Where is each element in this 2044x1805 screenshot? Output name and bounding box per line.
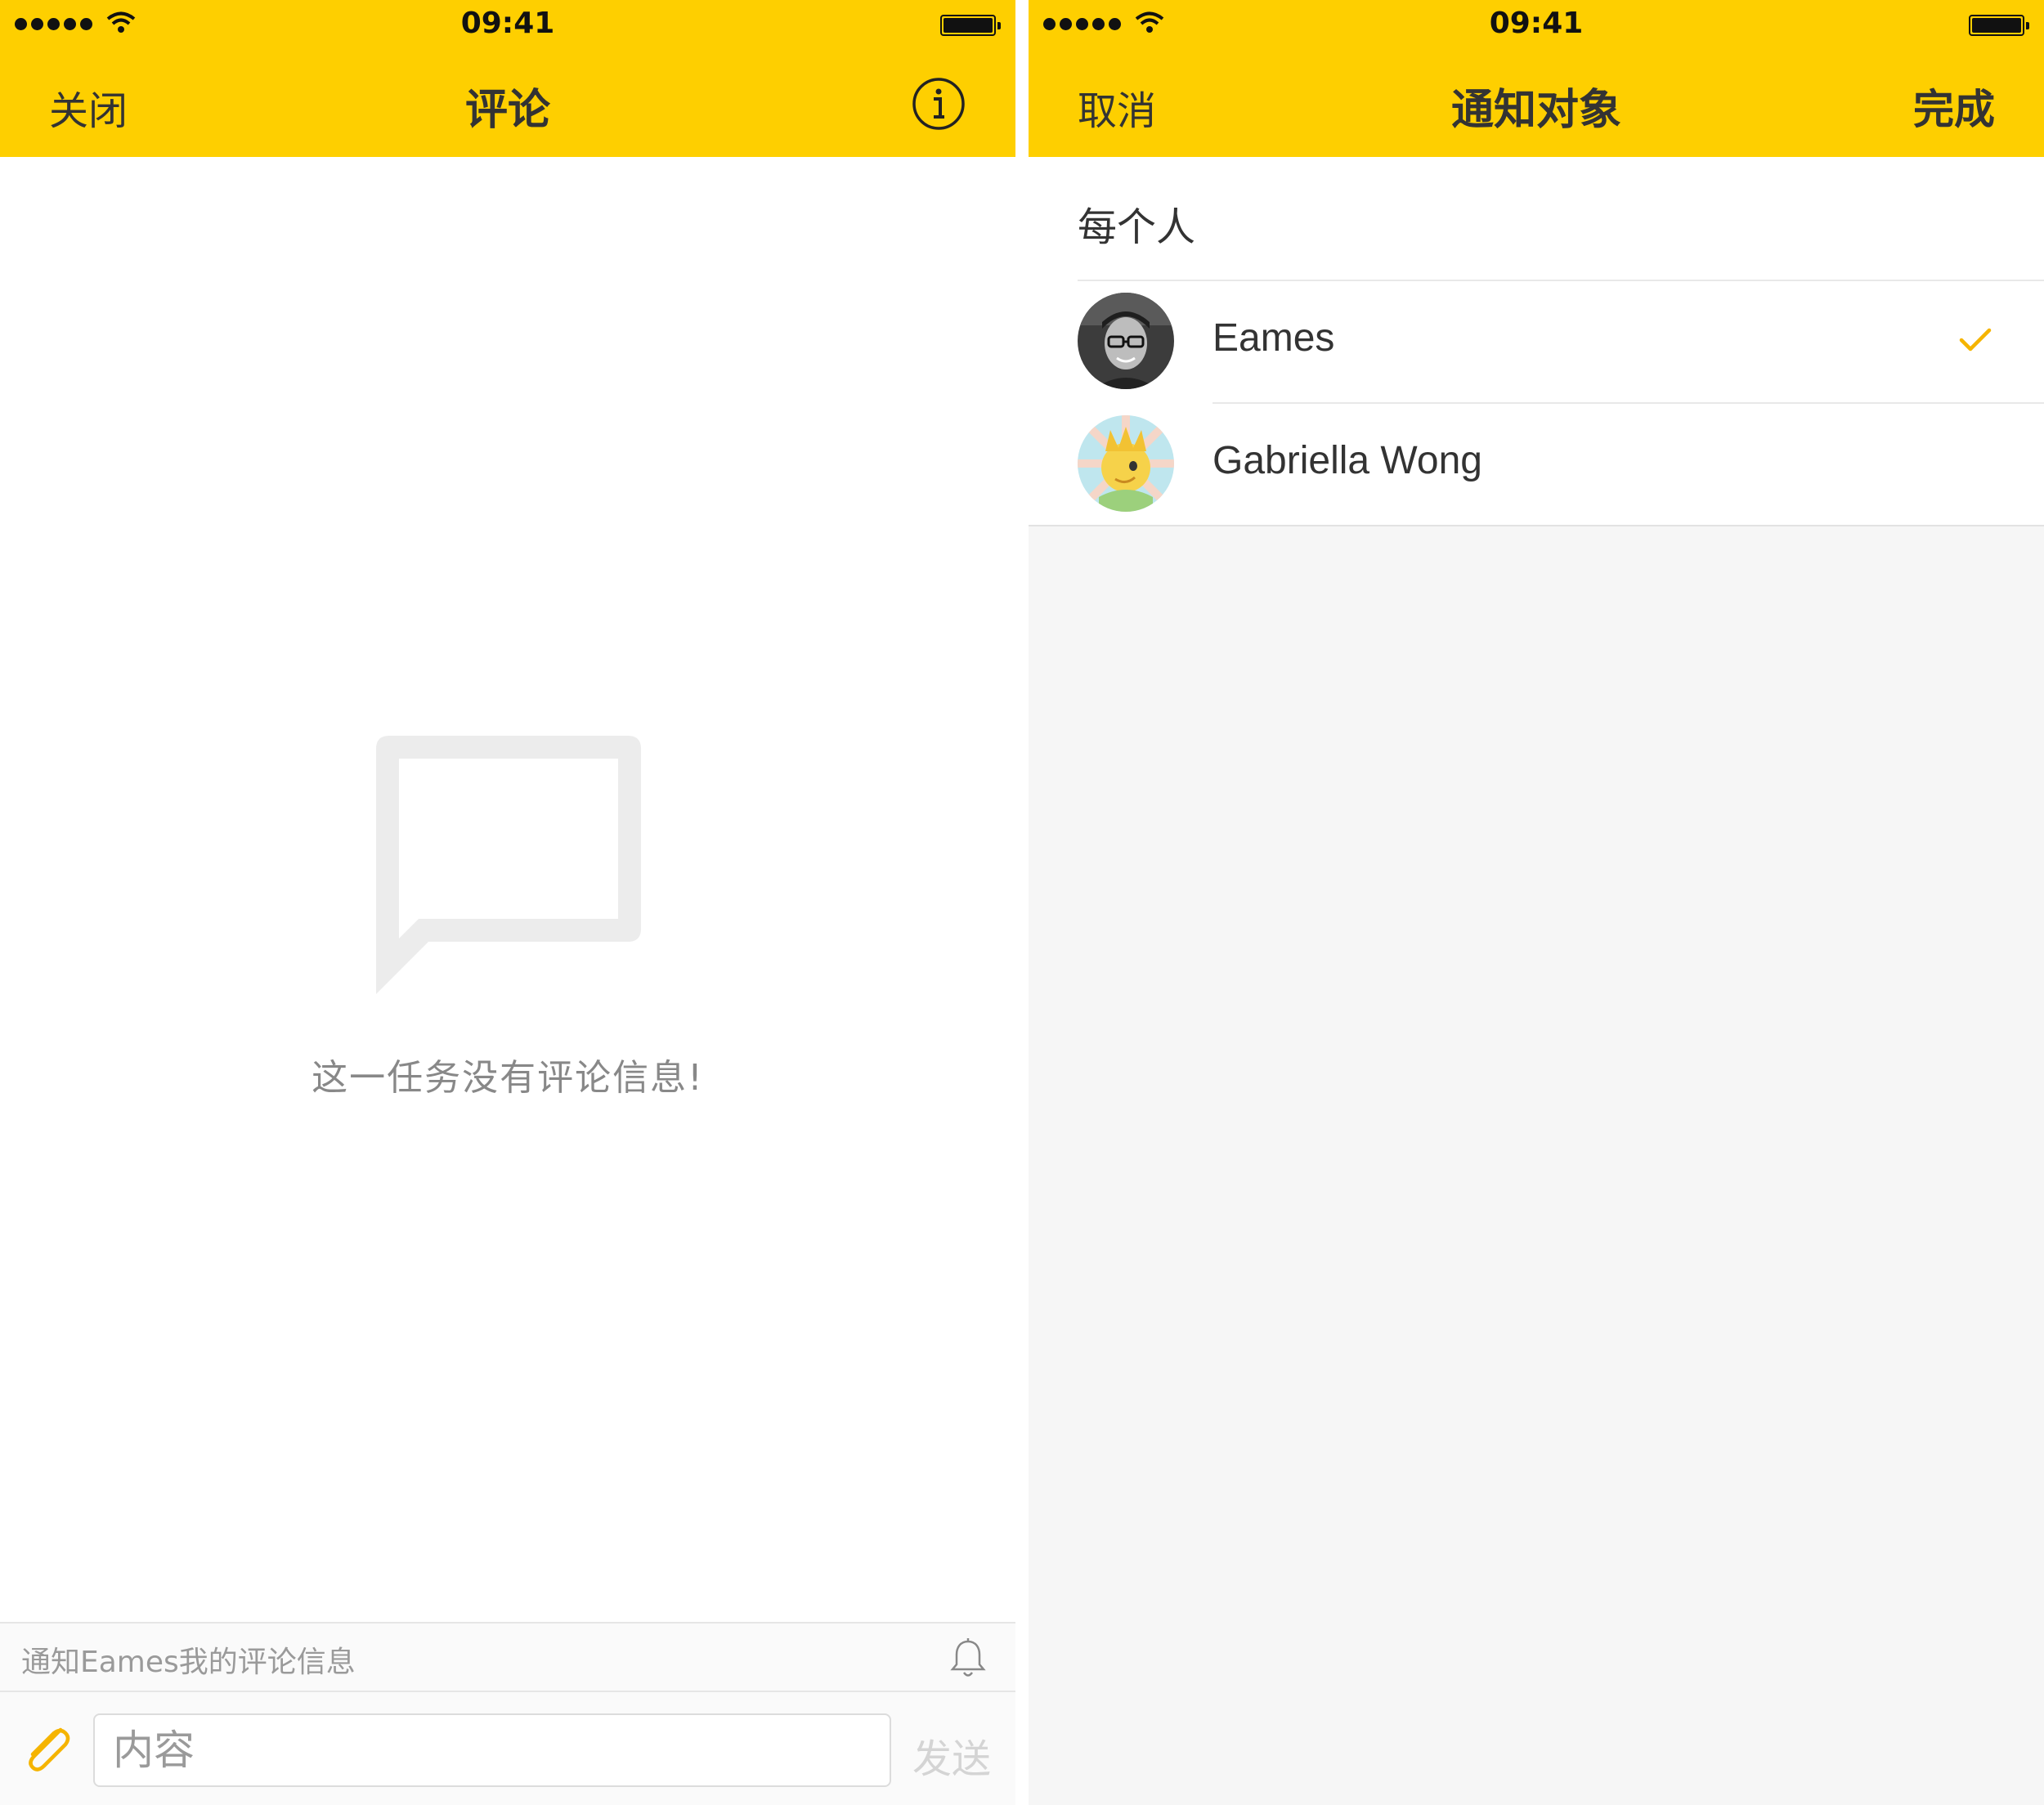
- done-button[interactable]: 完成: [1913, 77, 1995, 136]
- nav-bar: 09:41 关闭 评论: [0, 0, 1015, 157]
- divider: [1029, 525, 2044, 526]
- battery-icon: [1969, 15, 2029, 36]
- status-time: 09:41: [1489, 7, 1584, 40]
- recipient-list: 每个人 Eames Gabriella Wong: [1029, 157, 2044, 526]
- list-item-person[interactable]: Gabriella Wong: [1029, 402, 2044, 525]
- checkmark-icon: [1959, 328, 1992, 352]
- list-item-everyone[interactable]: 每个人: [1029, 157, 2044, 280]
- notify-recipients-screen: 09:41 取消 通知对象 完成 每个人 Eames Gabriella Won…: [1029, 0, 2044, 1805]
- status-bar: 09:41: [1029, 0, 2044, 49]
- nav-bar: 09:41 取消 通知对象 完成: [1029, 0, 2044, 157]
- screen-divider: [1015, 0, 1029, 1805]
- comments-screen: 09:41 关闭 评论 这一任务没有评论信息! 通知Eames我的评论信息 发送: [0, 0, 1015, 1805]
- paperclip-icon[interactable]: [21, 1722, 72, 1776]
- person-name: Eames: [1213, 316, 1335, 360]
- info-circle-icon[interactable]: [912, 77, 966, 131]
- avatar: [1078, 293, 1174, 389]
- notify-bar[interactable]: 通知Eames我的评论信息: [0, 1622, 1015, 1692]
- notify-recipients-label[interactable]: 通知Eames我的评论信息: [21, 1638, 356, 1681]
- page-title: 通知对象: [1450, 86, 1621, 135]
- empty-state-message: 这一任务没有评论信息!: [312, 1057, 704, 1099]
- battery-icon: [940, 15, 1001, 36]
- page-title: 评论: [464, 86, 550, 135]
- send-button[interactable]: 发送: [912, 1727, 991, 1784]
- status-bar: 09:41: [0, 0, 1015, 49]
- everyone-label: 每个人: [1078, 204, 1196, 250]
- status-time: 09:41: [460, 7, 555, 40]
- comment-input[interactable]: [93, 1713, 891, 1787]
- list-item-person[interactable]: Eames: [1029, 280, 2044, 402]
- bell-icon[interactable]: [950, 1638, 986, 1679]
- speech-bubble-icon: [376, 736, 641, 994]
- avatar: [1078, 415, 1174, 512]
- person-name: Gabriella Wong: [1213, 439, 1482, 482]
- comment-composer: 发送: [0, 1692, 1015, 1805]
